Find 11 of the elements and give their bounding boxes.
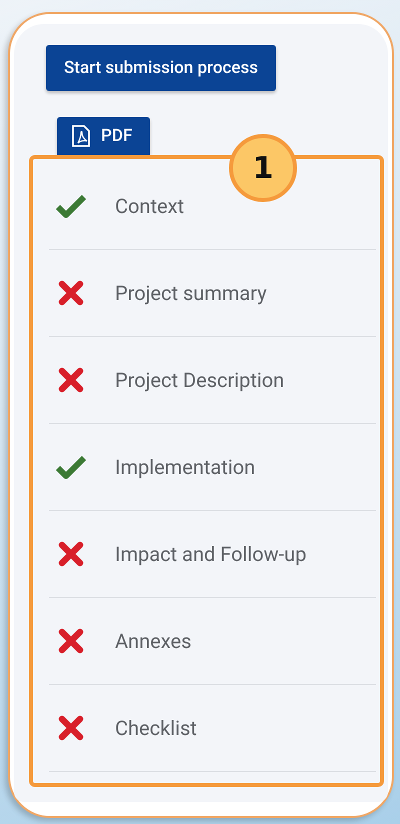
section-link[interactable]: Annexes (115, 629, 192, 653)
start-submission-button[interactable]: Start submission process (46, 45, 276, 91)
pdf-file-icon (71, 125, 91, 147)
section-link[interactable]: Context (115, 194, 184, 218)
callout-badge: 1 (229, 134, 297, 202)
pdf-button[interactable]: PDF (57, 117, 150, 155)
section-link[interactable]: Project Description (115, 368, 284, 392)
section-link[interactable]: Impact and Follow-up (115, 542, 306, 566)
section-link[interactable]: Checklist (115, 716, 197, 740)
section-link[interactable]: Implementation (115, 455, 256, 479)
section-link[interactable]: Project summary (115, 281, 267, 305)
